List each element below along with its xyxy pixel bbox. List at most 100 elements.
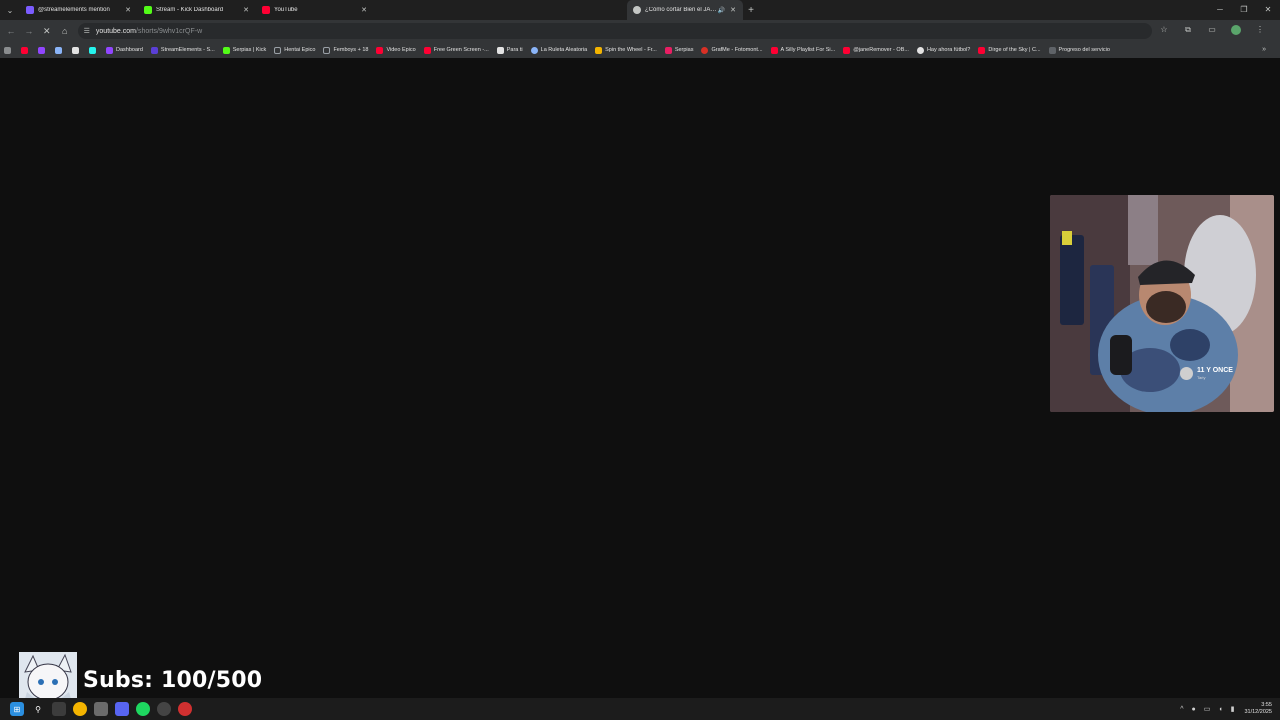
chrome-icon[interactable] [73, 702, 87, 716]
close-tab-icon[interactable]: ✕ [124, 6, 132, 14]
search-icon[interactable]: ⚲ [31, 702, 45, 716]
bookmark-favicon-icon [106, 46, 113, 54]
bookmark-favicon-icon [530, 46, 538, 54]
youtube-favicon-icon [843, 46, 851, 54]
bookmark-para-ti[interactable]: Para ti [496, 46, 523, 54]
folder-bookmark-icon[interactable] [55, 46, 65, 54]
webcam-feed-image [1050, 195, 1274, 412]
youtube-favicon-icon [376, 46, 384, 54]
bookmark-streamelements[interactable]: StreamElements - S... [150, 46, 215, 54]
close-window-icon[interactable]: ✕ [1256, 0, 1280, 20]
tab-search-icon[interactable]: ⌄ [0, 0, 20, 20]
bookmark-favicon-icon [150, 46, 158, 54]
bookmark-spin-wheel[interactable]: Spin the Wheel - Fr... [595, 46, 657, 54]
apps-grid-icon[interactable] [4, 46, 14, 54]
obs-icon[interactable] [157, 702, 171, 716]
browser-toolbar: ← → ✕ ⌂ ☰ youtube.com/shorts/9whv1crQF-w… [0, 20, 1280, 42]
tab-kick-dashboard[interactable]: Stream - Kick Dashboard ✕ [138, 0, 256, 20]
close-tab-icon[interactable]: ✕ [729, 6, 737, 14]
windows-start-icon[interactable]: ⊞ [10, 702, 24, 716]
globe-icon [916, 46, 924, 54]
bookmark-progreso[interactable]: Progreso del servicio [1048, 46, 1110, 54]
tab-title: ¿Cómo cortar Bien el JAMÓN [645, 7, 718, 13]
tab-active-video[interactable]: ¿Cómo cortar Bien el JAMÓN 🔊 ✕ [627, 0, 743, 20]
tab-title: YouTube [274, 7, 298, 13]
bookmark-serpias-kick[interactable]: Serpias | Kick [222, 46, 266, 54]
follower-alert-badge: 11 Y ONCE Tariy [1180, 367, 1233, 380]
bookmark-green-screen[interactable]: Free Green Screen -... [423, 46, 489, 54]
bookmark-video-epico[interactable]: Video Epico [376, 46, 416, 54]
cast-icon[interactable]: ▭ [1200, 25, 1224, 37]
bookmark-dirge[interactable]: Dirge of the Sky | C... [978, 46, 1041, 54]
streamelements-favicon-icon [26, 6, 34, 14]
bookmark-folder-1[interactable]: Hentai Epico [274, 46, 315, 54]
url-path: /shorts/9whv1crQF-w [136, 27, 203, 35]
tab-youtube[interactable]: YouTube ✕ [256, 0, 374, 20]
volume-icon[interactable]: ◖ [1218, 706, 1222, 713]
screen: ⌄ @streamelements mention ✕ Stream - Kic… [0, 0, 1280, 720]
webcam-overlay: 11 Y ONCE Tariy [1050, 195, 1274, 412]
kick-favicon-icon [144, 6, 152, 14]
bookmark-ruleta[interactable]: La Ruleta Aleatoria [530, 46, 587, 54]
chevron-up-icon[interactable]: ^ [1180, 706, 1183, 713]
stop-reload-icon[interactable]: ✕ [38, 26, 56, 37]
clock-date: 31/12/2025 [1244, 709, 1272, 715]
home-icon[interactable]: ⌂ [56, 26, 74, 36]
folder-icon [323, 46, 331, 54]
menu-icon[interactable]: ⋮ [1248, 25, 1272, 37]
discord-icon[interactable] [115, 702, 129, 716]
x-bookmark-icon[interactable] [72, 46, 82, 54]
tab-title: Stream - Kick Dashboard [156, 7, 224, 13]
bookmark-favicon-icon [1048, 46, 1056, 54]
app-icon[interactable] [178, 702, 192, 716]
bookmark-star-icon[interactable]: ☆ [1152, 25, 1176, 37]
avatar [1180, 367, 1193, 380]
profile-icon[interactable] [1224, 25, 1248, 37]
badge-subtitle: Tariy [1197, 375, 1206, 380]
bookmark-futbol[interactable]: Hay ahora fútbol? [916, 46, 970, 54]
clock[interactable]: 3:55 31/12/2025 [1244, 702, 1272, 716]
bookmark-folder-2[interactable]: Femboys + 18 [323, 46, 368, 54]
bookmark-favicon-icon [595, 46, 603, 54]
bookmark-janeremover[interactable]: @janeRemover - OB... [843, 46, 909, 54]
new-tab-icon[interactable]: + [743, 5, 759, 16]
network-icon[interactable]: ▭ [1204, 705, 1211, 713]
forward-icon[interactable]: → [20, 26, 38, 36]
spotify-icon[interactable] [136, 702, 150, 716]
tab-streamelements[interactable]: @streamelements mention ✕ [20, 0, 138, 20]
bookmark-grafme[interactable]: GrafMe - Fotomont... [701, 46, 763, 54]
address-bar[interactable]: ☰ youtube.com/shorts/9whv1crQF-w [77, 23, 1152, 39]
loading-favicon-icon [633, 6, 641, 14]
youtube-favicon-icon [978, 46, 986, 54]
youtube-favicon-icon [262, 6, 270, 14]
close-tab-icon[interactable]: ✕ [360, 6, 368, 14]
bookmark-dashboard[interactable]: Dashboard [106, 46, 143, 54]
url-domain: youtube.com [95, 27, 136, 35]
file-explorer-icon[interactable] [94, 702, 108, 716]
tab-title: @streamelements mention [38, 7, 110, 13]
microphone-icon[interactable]: ● [1192, 706, 1196, 713]
bookmark-silly-playlist[interactable]: A Silly Playlist For Si... [770, 46, 835, 54]
extensions-icon[interactable]: ⧉ [1176, 25, 1200, 37]
maximize-icon[interactable]: ❐ [1232, 0, 1256, 20]
subs-goal-text: Subs: 100/500 [83, 668, 263, 693]
close-tab-icon[interactable]: ✕ [242, 6, 250, 14]
twitch-bookmark-icon[interactable] [38, 46, 48, 54]
taskview-icon[interactable] [52, 702, 66, 716]
minimize-icon[interactable]: ─ [1208, 0, 1232, 20]
taskbar: ⊞ ⚲ ^ ● ▭ ◖ ▮ 3:55 31/12/2025 [0, 698, 1280, 720]
speaker-icon[interactable]: 🔊 [718, 7, 725, 14]
tiktok-bookmark-icon[interactable] [89, 46, 99, 54]
system-tray: ^ ● ▭ ◖ ▮ 3:55 31/12/2025 [1176, 698, 1272, 720]
youtube-bookmark-icon[interactable] [21, 46, 31, 54]
bookmark-serpias[interactable]: Serpias [664, 46, 693, 54]
more-bookmarks-icon[interactable]: » [1262, 42, 1266, 58]
x-favicon-icon [496, 46, 504, 54]
youtube-favicon-icon [423, 46, 431, 54]
battery-icon[interactable]: ▮ [1231, 705, 1235, 713]
youtube-favicon-icon [770, 46, 778, 54]
clock-time: 3:55 [1261, 702, 1272, 708]
toolbar-actions: ☆ ⧉ ▭ ⋮ [1152, 25, 1272, 37]
back-icon[interactable]: ← [2, 26, 20, 36]
site-info-icon[interactable]: ☰ [84, 27, 90, 35]
